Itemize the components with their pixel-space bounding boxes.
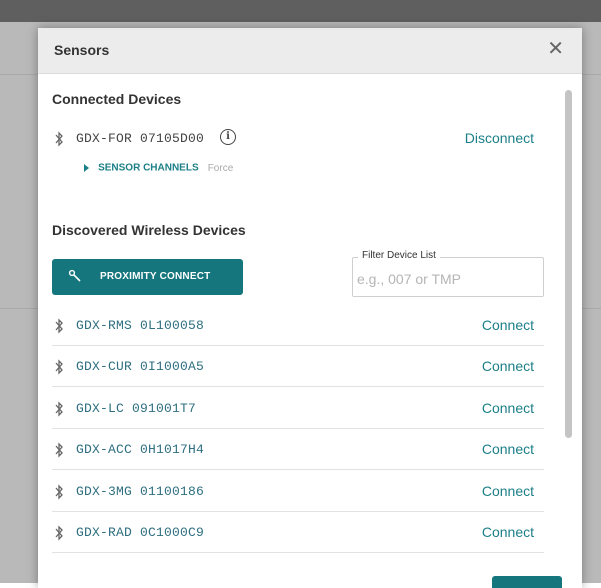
sensor-channels-toggle[interactable]: SENSOR CHANNELS Force bbox=[84, 162, 233, 174]
connected-device-name: GDX-FOR 07105D00 bbox=[76, 131, 205, 146]
row-divider bbox=[52, 428, 544, 429]
row-divider bbox=[52, 345, 544, 346]
bluetooth-icon bbox=[55, 359, 63, 375]
filter-label: Filter Device List bbox=[358, 250, 440, 261]
device-name: GDX-LC 091001T7 bbox=[76, 401, 197, 416]
sensor-channels-label: SENSOR CHANNELS bbox=[98, 162, 199, 174]
bluetooth-icon bbox=[55, 131, 63, 147]
proximity-icon bbox=[68, 269, 81, 282]
row-divider bbox=[52, 552, 544, 553]
close-icon[interactable]: ✕ bbox=[547, 37, 564, 61]
info-icon[interactable]: i bbox=[220, 129, 236, 145]
sensor-channels-value: Force bbox=[207, 162, 234, 174]
row-divider bbox=[52, 511, 544, 512]
bluetooth-icon bbox=[55, 442, 63, 458]
device-row: GDX-CUR 0I1000A5 Connect bbox=[52, 347, 544, 387]
device-row: GDX-3MG 01100186 Connect bbox=[52, 472, 544, 512]
proximity-connect-button[interactable]: PROXIMITY CONNECT bbox=[52, 259, 243, 295]
proximity-connect-label: PROXIMITY CONNECT bbox=[100, 271, 211, 282]
connect-button[interactable]: Connect bbox=[482, 400, 534, 416]
app-header-bar bbox=[0, 0, 601, 22]
device-row: GDX-LC 091001T7 Connect bbox=[52, 389, 544, 429]
device-name: GDX-3MG 01100186 bbox=[76, 484, 205, 499]
device-name: GDX-RAD 0C1000C9 bbox=[76, 525, 205, 540]
discovered-devices-heading: Discovered Wireless Devices bbox=[52, 222, 246, 238]
device-name: GDX-CUR 0I1000A5 bbox=[76, 359, 205, 374]
dialog-header: Sensors ✕ bbox=[38, 28, 582, 74]
bluetooth-icon bbox=[55, 401, 63, 417]
device-row: GDX-ACC 0H1017H4 Connect bbox=[52, 430, 544, 470]
bluetooth-icon bbox=[55, 525, 63, 541]
connect-button[interactable]: Connect bbox=[482, 524, 534, 540]
connect-button[interactable]: Connect bbox=[482, 317, 534, 333]
row-divider bbox=[52, 386, 544, 387]
sensors-dialog: Sensors ✕ Connected Devices GDX-FOR 0710… bbox=[38, 28, 582, 588]
device-row: GDX-RMS 0L100058 Connect bbox=[52, 306, 544, 346]
device-name: GDX-RMS 0L100058 bbox=[76, 318, 205, 333]
connect-button[interactable]: Connect bbox=[482, 441, 534, 457]
connect-button[interactable]: Connect bbox=[482, 358, 534, 374]
dialog-title: Sensors bbox=[54, 42, 110, 58]
disconnect-button[interactable]: Disconnect bbox=[465, 130, 534, 146]
scrollbar-thumb[interactable] bbox=[565, 90, 572, 438]
bluetooth-icon bbox=[55, 484, 63, 500]
footer-button[interactable] bbox=[492, 576, 562, 588]
filter-device-input[interactable] bbox=[355, 268, 539, 290]
connect-button[interactable]: Connect bbox=[482, 483, 534, 499]
connected-devices-heading: Connected Devices bbox=[52, 91, 182, 107]
caret-right-icon bbox=[84, 164, 89, 173]
device-row: GDX-RAD 0C1000C9 Connect bbox=[52, 513, 544, 553]
device-name: GDX-ACC 0H1017H4 bbox=[76, 442, 205, 457]
bluetooth-icon bbox=[55, 318, 63, 334]
connected-device-row: GDX-FOR 07105D00 i Disconnect bbox=[52, 119, 544, 159]
row-divider bbox=[52, 469, 544, 470]
